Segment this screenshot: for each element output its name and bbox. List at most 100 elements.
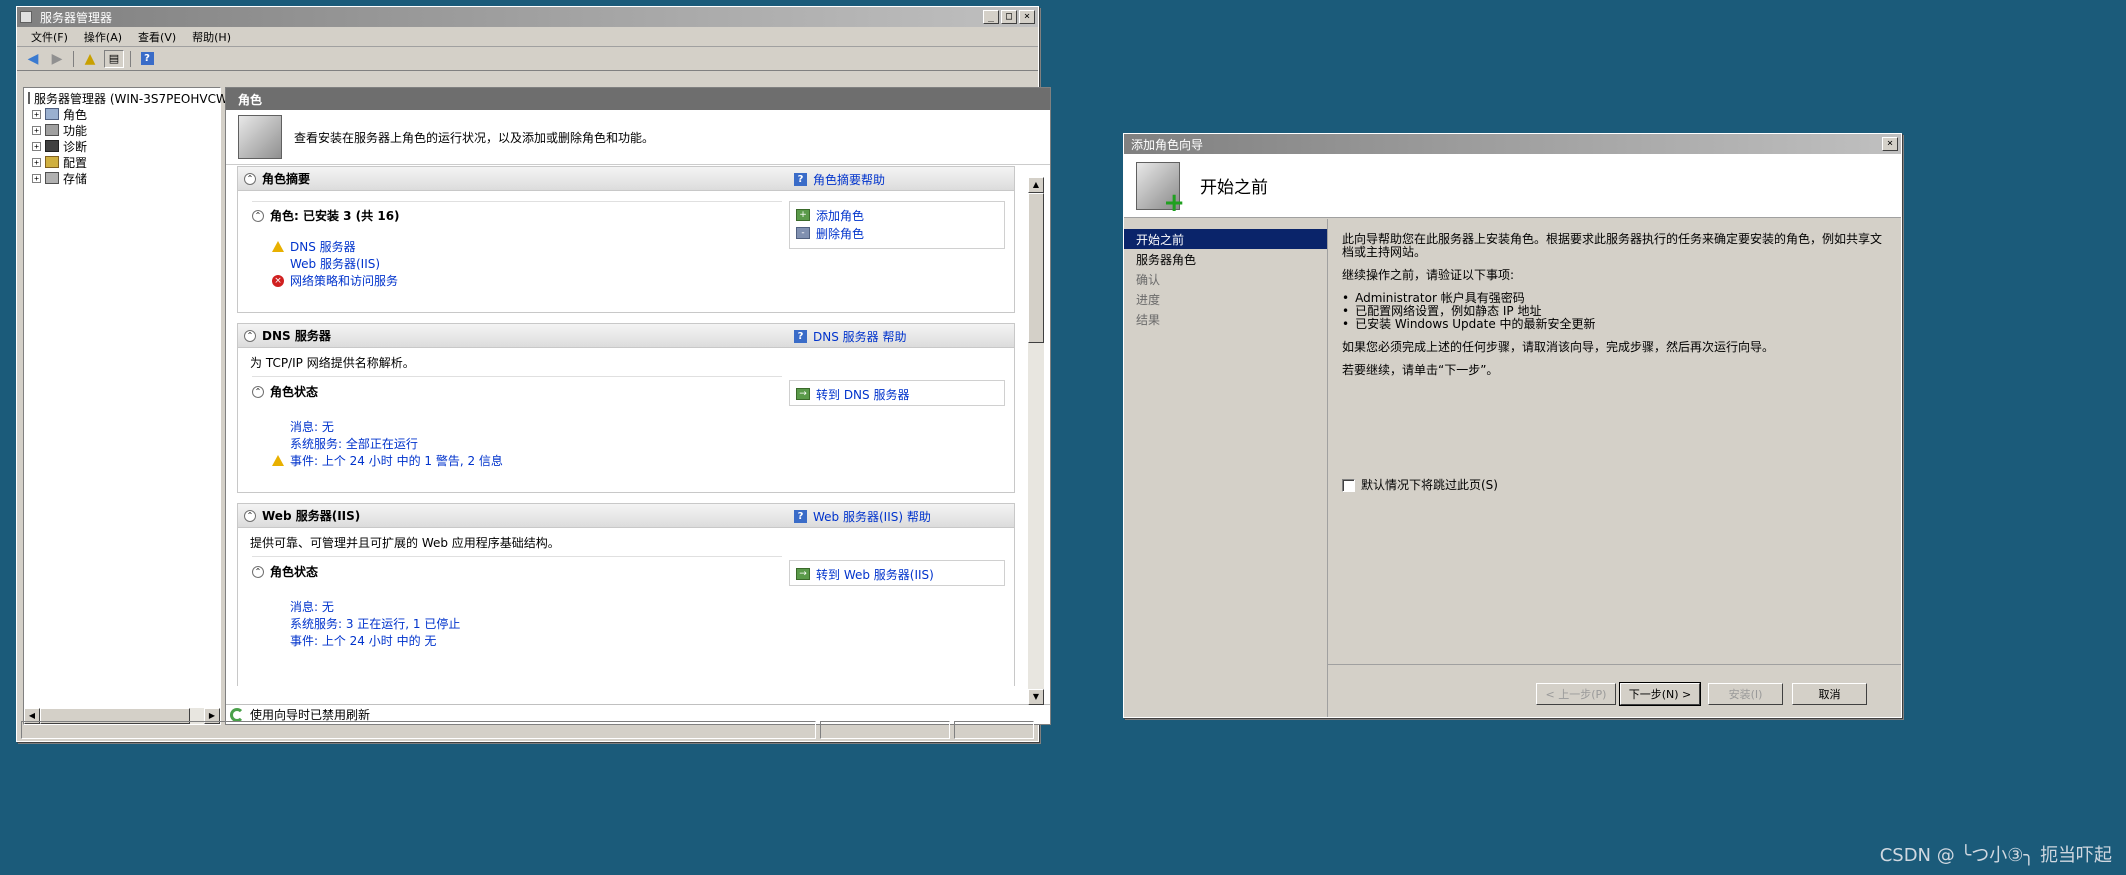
menu-view[interactable]: 查看(V): [130, 29, 184, 45]
expand-icon[interactable]: +: [32, 109, 41, 119]
nav-server-roles[interactable]: 服务器角色: [1124, 249, 1327, 269]
roles-icon: [45, 108, 59, 120]
nav-progress[interactable]: 进度: [1124, 289, 1327, 309]
main-vertical-scrollbar[interactable]: ▲ ▼: [1028, 177, 1044, 705]
help-icon[interactable]: ?: [137, 50, 157, 68]
wizard-cancel-paragraph: 如果您必须完成上述的任何步骤，请取消该向导，完成步骤，然后再次运行向导。: [1342, 340, 1775, 354]
role-summary-help-label: 角色摘要帮助: [813, 172, 886, 187]
forward-arrow-icon[interactable]: ▶: [47, 50, 67, 68]
nav-results[interactable]: 结果: [1124, 309, 1327, 329]
dns-services-link[interactable]: 系统服务: 全部正在运行: [290, 435, 418, 452]
wizard-close-button[interactable]: ×: [1882, 137, 1898, 151]
iis-help-link[interactable]: ? Web 服务器(IIS) 帮助: [794, 504, 931, 528]
role-summary-panel: ⌃ 角色摘要 ? 角色摘要帮助 ⌃ 角色: 已安装 3 (共 16) DNS 服务…: [237, 166, 1015, 313]
warning-icon: [272, 241, 284, 252]
remove-roles-label: 删除角色: [816, 226, 865, 241]
diagnostics-icon: [45, 140, 59, 152]
scroll-thumb[interactable]: [1028, 193, 1044, 343]
roles-count-label: 角色: 已安装 3 (共 16): [270, 209, 400, 223]
storage-icon: [45, 172, 59, 184]
add-roles-link[interactable]: + 添加角色: [796, 206, 998, 224]
back-arrow-icon[interactable]: ◀: [23, 50, 43, 68]
wizard-continue-paragraph: 若要继续，请单击“下一步”。: [1342, 363, 1499, 377]
goto-dns-label: 转到 DNS 服务器: [816, 387, 910, 402]
collapse-icon[interactable]: ⌃: [244, 509, 256, 522]
server-manager-titlebar[interactable]: 服务器管理器 _ □ ×: [17, 7, 1038, 27]
close-button[interactable]: ×: [1019, 10, 1035, 24]
roles-subsection: ⌃ 角色: 已安装 3 (共 16) DNS 服务器 Web 服务器(IIS) …: [252, 201, 782, 309]
iis-panel: ⌃ Web 服务器(IIS) ? Web 服务器(IIS) 帮助 提供可靠、可管理…: [237, 503, 1015, 686]
refresh-disabled-icon: [230, 707, 244, 722]
dns-status-section: ⌃ 角色状态 消息: 无 系统服务: 全部正在运行 事件: 上个 24 小时 中的…: [252, 376, 782, 469]
role-summary-help-link[interactable]: ? 角色摘要帮助: [794, 167, 885, 191]
dns-messages-link[interactable]: 消息: 无: [290, 418, 334, 435]
wizard-intro-paragraph: 此向导帮助您在此服务器上安装角色。根据要求此服务器执行的任务来确定要安装的角色，…: [1342, 232, 1883, 259]
nav-before-you-begin[interactable]: 开始之前: [1124, 229, 1327, 249]
role-dns-link[interactable]: DNS 服务器: [290, 238, 356, 255]
status-pane-1: [21, 721, 816, 739]
cancel-button[interactable]: 取消: [1792, 683, 1867, 705]
tree-item-label: 存储: [63, 171, 88, 186]
green-plus-icon: +: [1163, 187, 1185, 218]
roles-banner-icon: [238, 115, 282, 159]
skip-page-checkbox[interactable]: [1342, 479, 1355, 492]
scroll-down-button[interactable]: ▼: [1028, 689, 1044, 705]
console-tree[interactable]: 服务器管理器 (WIN-3S7PEOHVCW + 角色 + 功能 + 诊断 + …: [23, 87, 228, 725]
tree-item-roles[interactable]: + 角色: [24, 106, 220, 122]
next-button[interactable]: 下一步(N) >: [1619, 682, 1701, 706]
iis-status-section: ⌃ 角色状态 消息: 无 系统服务: 3 正在运行, 1 已停止 事件: 上个 2…: [252, 556, 782, 649]
menu-file[interactable]: 文件(F): [23, 29, 76, 45]
role-dns[interactable]: DNS 服务器: [272, 238, 782, 255]
goto-dns-link[interactable]: → 转到 DNS 服务器: [796, 385, 998, 403]
role-iis[interactable]: Web 服务器(IIS): [272, 255, 782, 272]
tree-item-diagnostics[interactable]: + 诊断: [24, 138, 220, 154]
collapse-icon[interactable]: ⌃: [244, 172, 256, 185]
role-summary-title: 角色摘要: [262, 172, 311, 186]
wizard-titlebar[interactable]: 添加角色向导 ×: [1124, 134, 1901, 154]
install-button[interactable]: 安装(I): [1708, 683, 1783, 705]
iis-events-link[interactable]: 事件: 上个 24 小时 中的 无: [290, 632, 436, 649]
collapse-icon[interactable]: ⌃: [244, 329, 256, 342]
menu-action[interactable]: 操作(A): [76, 29, 130, 45]
collapse-icon[interactable]: ⌃: [252, 565, 264, 578]
iis-messages-link[interactable]: 消息: 无: [290, 598, 334, 615]
wizard-header: + 开始之前: [1124, 154, 1901, 218]
collapse-icon[interactable]: ⌃: [252, 209, 264, 222]
role-summary-header: ⌃ 角色摘要 ? 角色摘要帮助: [238, 167, 1014, 191]
scroll-up-button[interactable]: ▲: [1028, 177, 1044, 193]
expand-icon[interactable]: +: [32, 141, 41, 151]
tree-item-configuration[interactable]: + 配置: [24, 154, 220, 170]
goto-iis-link[interactable]: → 转到 Web 服务器(IIS): [796, 565, 998, 583]
remove-roles-icon: -: [796, 227, 810, 239]
previous-button[interactable]: < 上一步(P): [1536, 683, 1616, 705]
iis-actions-box: → 转到 Web 服务器(IIS): [789, 560, 1005, 586]
expand-icon[interactable]: +: [32, 157, 41, 167]
menu-help[interactable]: 帮助(H): [184, 29, 239, 45]
skip-page-row: 默认情况下将跳过此页(S): [1342, 477, 1498, 494]
dns-events-link[interactable]: 事件: 上个 24 小时 中的 1 警告, 2 信息: [290, 452, 503, 469]
help-icon: ?: [794, 509, 807, 523]
minimize-button[interactable]: _: [983, 10, 999, 24]
iis-help-label: Web 服务器(IIS) 帮助: [813, 509, 931, 524]
collapse-icon[interactable]: ⌃: [252, 385, 264, 398]
up-folder-icon[interactable]: ▲: [80, 50, 100, 68]
tree-item-label: 角色: [63, 107, 88, 122]
expand-icon[interactable]: +: [32, 125, 41, 135]
maximize-button[interactable]: □: [1001, 10, 1017, 24]
role-iis-link[interactable]: Web 服务器(IIS): [290, 255, 380, 272]
iis-services-link[interactable]: 系统服务: 3 正在运行, 1 已停止: [290, 615, 460, 632]
dns-help-link[interactable]: ? DNS 服务器 帮助: [794, 324, 906, 348]
skip-page-label: 默认情况下将跳过此页(S): [1361, 478, 1498, 492]
expand-icon[interactable]: +: [32, 173, 41, 183]
role-nps-link[interactable]: 网络策略和访问服务: [290, 272, 398, 289]
role-nps[interactable]: × 网络策略和访问服务: [272, 272, 782, 289]
nav-confirmation[interactable]: 确认: [1124, 269, 1327, 289]
tree-root-server-manager[interactable]: 服务器管理器 (WIN-3S7PEOHVCW: [24, 90, 228, 106]
remove-roles-link[interactable]: - 删除角色: [796, 224, 998, 242]
tree-item-features[interactable]: + 功能: [24, 122, 220, 138]
toolbar: ◀ ▶ ▲ ▤ ?: [17, 47, 1038, 71]
intro-text: 查看安装在服务器上角色的运行状况，以及添加或删除角色和功能。: [294, 130, 655, 145]
show-hide-console-tree-icon[interactable]: ▤: [104, 49, 124, 68]
wizard-server-add-icon: +: [1136, 161, 1185, 216]
tree-item-storage[interactable]: + 存储: [24, 170, 220, 186]
